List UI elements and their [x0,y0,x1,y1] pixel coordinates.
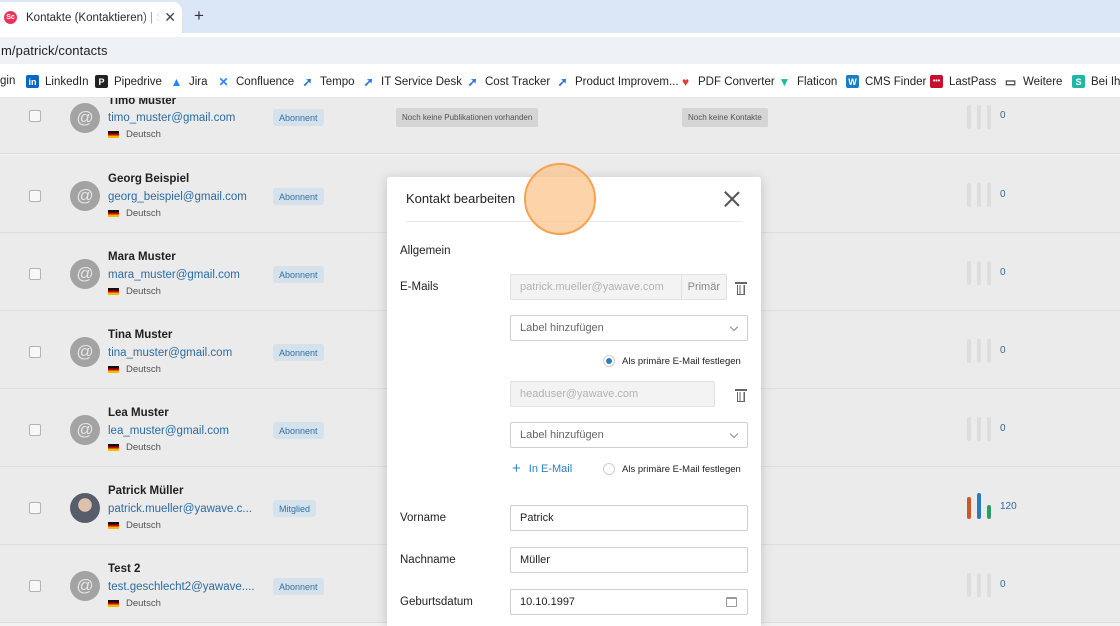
bookmark-label: CMS Finder [865,75,927,88]
bookmark-pipedrive[interactable]: P Pipedrive [95,75,162,88]
heart-icon: ♥ [681,74,690,89]
email-value: headuser@yawave.com [520,388,639,400]
lastname-value: Müller [520,554,550,566]
bookmark-label: Confluence [236,75,295,88]
bookmark-label: Weitere [1023,75,1063,88]
email-field-primary[interactable]: patrick.mueller@yawave.com Primär [510,274,727,300]
dialog-title: Kontakt bearbeiten [406,191,516,206]
select-value: Label hinzufügen [520,429,604,441]
bookmark-label: LastPass [949,75,997,88]
site-favicon-icon: Sc [4,11,17,24]
bookmark-linkedin[interactable]: in LinkedIn [26,75,88,88]
bookmark-flaticon[interactable]: ▼ Flaticon [778,74,838,89]
new-tab-button[interactable]: + [194,7,204,24]
set-primary-option[interactable]: Als primäre E-Mail festlegen [603,355,741,367]
radio-selected-icon[interactable] [603,355,615,367]
wordpress-icon: W [846,75,859,88]
url-text: m/patrick/contacts [1,43,108,58]
bookmark-label: Cost Tracker [485,75,551,88]
email-label-select[interactable]: Label hinzufügen [510,315,748,341]
click-indicator [524,163,596,235]
jira-icon: ▲ [170,74,183,89]
email-field-secondary[interactable]: headuser@yawave.com [510,381,715,407]
bookmark-lastpass[interactable]: ••• LastPass [930,75,996,88]
lastname-label: Nachname [400,554,456,566]
lastname-field[interactable]: Müller [510,547,748,573]
bookmark-pdf-converter[interactable]: ♥ PDF Converter [679,74,775,89]
s-icon: S [1072,75,1085,88]
bookmark-jira[interactable]: ▲ Jira [170,74,208,89]
bookmark-label: PDF Converter [698,75,775,88]
atlassian-icon: ➚ [467,74,478,89]
bookmark-cost-tracker[interactable]: ➚ Cost Tracker [466,74,551,89]
flaticon-icon: ▼ [778,74,791,89]
edit-contact-dialog: Kontakt bearbeiten Allgemein E-Mails pat… [387,177,761,626]
email-label-select[interactable]: Label hinzufügen [510,422,748,448]
bookmark-label: Product Improvem... [575,75,679,88]
bookmark-confluence[interactable]: ✕ Confluence [217,74,295,89]
url-field[interactable]: m/patrick/contacts [0,37,1120,64]
bookmark-product-improvement[interactable]: ➚ Product Improvem... [556,74,679,89]
firstname-field[interactable]: Patrick [510,505,748,531]
bookmark-label: LinkedIn [45,75,89,88]
emails-label: E-Mails [400,281,439,293]
browser-tab-strip: Sc Kontakte (Kontaktieren) | Scri ✕ + [0,0,1120,33]
bookmark-label: Bei Ihre [1091,75,1120,88]
trash-icon[interactable] [735,282,747,295]
chevron-down-icon [729,429,739,439]
address-bar: m/patrick/contacts [0,33,1120,67]
linkedin-icon: in [26,75,39,88]
atlassian-icon: ➚ [363,74,374,89]
primary-tag: Primär [680,275,726,299]
chevron-down-icon [729,322,739,332]
birthdate-value: 10.10.1997 [520,596,576,608]
bookmark-label: gin [0,75,16,87]
calendar-icon[interactable] [726,597,737,607]
radio-unselected-icon[interactable] [603,463,615,475]
trash-icon[interactable] [735,389,747,402]
bookmark-tempo[interactable]: ➚ Tempo [301,74,355,89]
confluence-icon: ✕ [218,74,229,89]
email-value: patrick.mueller@yawave.com [520,281,664,293]
add-email-label: In E-Mail [528,463,573,475]
bookmarks-bar: gin in LinkedIn P Pipedrive ▲ Jira ✕ Conflue… [0,67,1120,98]
close-icon[interactable] [723,190,741,208]
tempo-icon: ➚ [302,74,313,89]
birthdate-label: Geburtsdatum [400,596,473,608]
atlassian-icon: ➚ [557,74,568,89]
birthdate-field[interactable]: 10.10.1997 [510,589,748,615]
bookmark-it-service-desk[interactable]: ➚ IT Service Desk [362,74,462,89]
bookmark-label: IT Service Desk [381,75,462,88]
bookmark-label: Flaticon [797,75,838,88]
browser-tab-active[interactable]: Sc Kontakte (Kontaktieren) | Scri ✕ [0,2,182,33]
tab-title: Kontakte (Kontaktieren) | Scri [26,11,161,24]
set-primary-label: Als primäre E-Mail festlegen [622,355,741,367]
add-email-button[interactable]: + In E-Mail [512,460,573,477]
firstname-value: Patrick [520,512,554,524]
firstname-label: Vorname [400,512,447,524]
tab-close-icon[interactable]: ✕ [164,10,176,24]
bookmark-item[interactable]: gin [0,75,15,87]
set-primary-label: Als primäre E-Mail festlegen [622,463,741,475]
section-heading-general: Allgemein [400,245,451,257]
bookmark-label: Jira [189,75,208,88]
bookmark-label: Pipedrive [114,75,162,88]
select-value: Label hinzufügen [520,322,604,334]
bookmark-other[interactable]: S Bei Ihre [1072,75,1120,88]
bookmark-label: Tempo [320,75,355,88]
bookmark-folder-more[interactable]: ▭ Weitere [1004,74,1063,89]
set-primary-option[interactable]: Als primäre E-Mail festlegen [603,463,741,475]
pipedrive-icon: P [95,75,108,88]
bookmark-cms-finder[interactable]: W CMS Finder [846,75,926,88]
folder-icon: ▭ [1004,74,1017,89]
lastpass-icon: ••• [930,75,943,88]
plus-icon: + [512,460,521,477]
